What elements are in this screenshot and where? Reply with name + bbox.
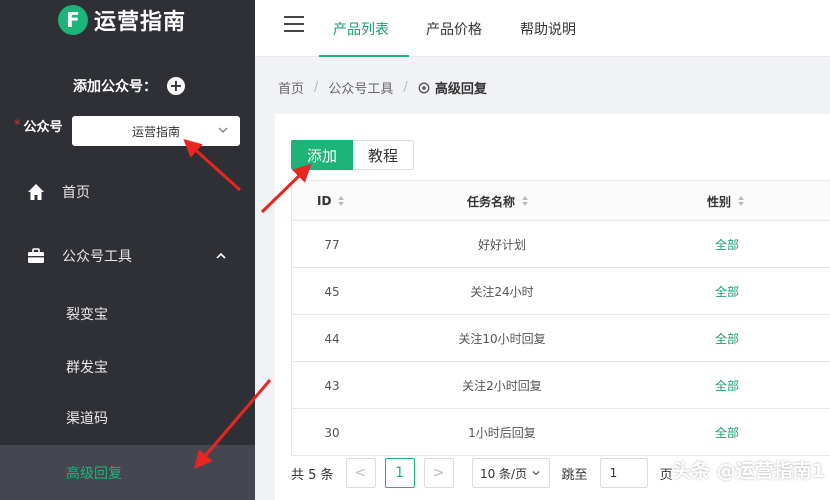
pagination-page-1[interactable]: 1 [384, 458, 415, 488]
cell-task-name: 关注2小时回复 [462, 379, 542, 393]
add-account-row: 添加公众号： + [73, 76, 185, 96]
cell-id: 30 [324, 425, 340, 440]
sidebar-item-label: 公众号工具 [62, 249, 132, 265]
sidebar-item-home[interactable]: 首页 [0, 167, 255, 217]
table-header: ID 任务名称 性别 [292, 181, 830, 221]
account-field-label: 公众号 [23, 120, 63, 135]
add-button[interactable]: 添加 [291, 140, 354, 170]
cell-id: 45 [324, 284, 340, 299]
cell-gender[interactable]: 全部 [632, 315, 822, 362]
sort-icon[interactable] [337, 195, 345, 207]
breadcrumb-current-label: 高级回复 [434, 82, 487, 97]
cell-task-name: 关注24小时 [470, 285, 534, 299]
sidebar-subitem-fission[interactable]: 裂变宝 [0, 288, 255, 340]
brand-logo[interactable]: F 运营指南 [58, 4, 186, 36]
required-mark: * [14, 118, 21, 133]
sort-icon[interactable] [521, 195, 529, 207]
account-field-label-row: * 公众号 [14, 116, 63, 135]
pagination-prev-button[interactable]: < [345, 458, 376, 488]
page-size-value: 10 条/页 [479, 466, 528, 481]
breadcrumb-separator: / [314, 80, 319, 95]
sidebar-subitem-advanced-reply[interactable]: 高级回复 [0, 445, 255, 500]
cell-gender[interactable]: 全部 [632, 268, 822, 315]
column-header-gender[interactable]: 性别 [707, 181, 745, 221]
tab-product-list[interactable]: 产品列表 [319, 0, 409, 57]
tutorial-button[interactable]: 教程 [353, 140, 415, 170]
table-row[interactable]: 77 好好计划 全部 [292, 221, 830, 268]
breadcrumb-current: 高级回复 [418, 78, 487, 97]
cell-id: 44 [324, 331, 340, 346]
page-jump-input[interactable]: 1 [599, 458, 648, 488]
home-icon [28, 184, 44, 200]
menu-icon[interactable] [284, 16, 304, 32]
pagination: 共 5 条 < 1 > 10 条/页 跳至 1 页 [291, 458, 673, 488]
column-header-label: 性别 [707, 194, 732, 209]
account-select[interactable]: 运营指南 [72, 116, 240, 146]
watermark: 头条 @运营指南1 [672, 460, 825, 482]
cell-gender[interactable]: 全部 [632, 409, 822, 456]
cell-task-name: 关注10小时回复 [458, 332, 546, 346]
add-account-plus-icon[interactable]: + [167, 77, 185, 95]
breadcrumb-home[interactable]: 首页 [278, 78, 304, 97]
sidebar-subitem-broadcast[interactable]: 群发宝 [0, 341, 255, 393]
column-header-label: 任务名称 [467, 194, 516, 209]
account-select-value: 运营指南 [131, 124, 180, 139]
sidebar-subitem-label: 裂变宝 [66, 307, 108, 323]
brand-name: 运营指南 [94, 10, 187, 35]
cell-task-name: 1小时后回复 [468, 426, 536, 440]
logo-icon: F [58, 5, 88, 35]
sort-icon[interactable] [737, 195, 745, 207]
breadcrumb-account-tools[interactable]: 公众号工具 [328, 78, 393, 97]
sidebar-subitem-label: 高级回复 [66, 465, 122, 482]
table-row[interactable]: 45 关注24小时 全部 [292, 268, 830, 315]
sidebar-subitem-channel-code[interactable]: 渠道码 [0, 392, 255, 444]
sidebar-subitem-label: 渠道码 [66, 411, 108, 427]
breadcrumb: 首页 / 公众号工具 / 高级回复 [278, 78, 487, 97]
cell-id: 43 [324, 378, 340, 393]
target-icon [418, 82, 430, 93]
page-jump-suffix: 页 [659, 467, 673, 483]
page-size-select[interactable]: 10 条/页 [471, 458, 550, 488]
chevron-up-icon[interactable] [214, 249, 228, 263]
task-table: ID 任务名称 性别 77 好好计划 全部 45 关注24小时 全部 44 关注… [291, 180, 830, 456]
sidebar-item-label: 首页 [62, 185, 90, 201]
content-card: 添加 教程 ID 任务名称 性别 77 好好计划 全部 45 关注24小时 全部… [275, 114, 830, 500]
briefcase-icon [28, 248, 44, 263]
page-jump-label: 跳至 [561, 467, 588, 483]
column-header-id[interactable]: ID [317, 181, 345, 221]
pagination-next-button[interactable]: > [423, 458, 454, 488]
top-bar: 产品列表 产品价格 帮助说明 [255, 0, 830, 57]
breadcrumb-separator: / [403, 80, 408, 95]
sidebar: F 运营指南 添加公众号： + * 公众号 运营指南 首页 公众号工具 裂变宝 … [0, 0, 255, 500]
pagination-total: 共 5 条 [291, 467, 334, 483]
table-row[interactable]: 43 关注2小时回复 全部 [292, 362, 830, 409]
cell-task-name: 好好计划 [477, 238, 526, 252]
toolbar: 添加 教程 [291, 140, 415, 170]
chevron-down-icon [532, 471, 540, 476]
column-header-task-name[interactable]: 任务名称 [467, 181, 529, 221]
tab-help[interactable]: 帮助说明 [520, 0, 576, 57]
cell-gender[interactable]: 全部 [632, 362, 822, 409]
chevron-down-icon [218, 127, 228, 134]
cell-id: 77 [324, 237, 340, 252]
add-account-label: 添加公众号： [73, 79, 157, 95]
tab-product-price[interactable]: 产品价格 [426, 0, 482, 57]
table-row[interactable]: 30 1小时后回复 全部 [292, 409, 830, 456]
cell-gender[interactable]: 全部 [632, 221, 822, 268]
sidebar-subitem-label: 群发宝 [66, 360, 108, 376]
sidebar-item-account-tools[interactable]: 公众号工具 [0, 231, 255, 281]
table-row[interactable]: 44 关注10小时回复 全部 [292, 315, 830, 362]
column-header-label: ID [317, 194, 332, 208]
